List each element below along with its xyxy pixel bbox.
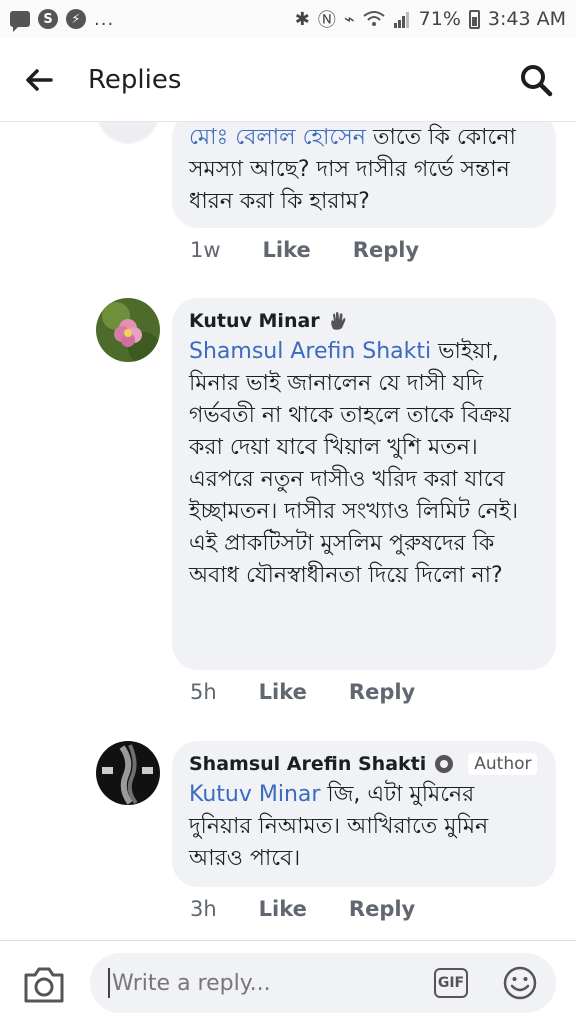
reply-button[interactable]: Reply: [349, 680, 415, 704]
battery-icon: [468, 9, 480, 29]
top-bar: Replies: [0, 38, 576, 122]
status-left: S ⚡ ...: [10, 8, 115, 32]
clock: 3:43 AM: [487, 8, 566, 30]
comment-actions: 3h Like Reply: [190, 897, 415, 921]
comment-time: 3h: [190, 897, 217, 921]
mention-link[interactable]: Shamsul Arefin Shakti: [189, 339, 431, 364]
author-badge: Author: [468, 753, 538, 775]
comment-time: 5h: [190, 680, 217, 704]
reply-box[interactable]: GIF: [90, 953, 556, 1013]
more-notifications: ...: [94, 8, 115, 30]
page-title: Replies: [88, 64, 182, 95]
reply-input[interactable]: [112, 970, 434, 996]
reply-button[interactable]: Reply: [353, 238, 419, 262]
author-row: Kutuv Minar: [189, 310, 538, 332]
signal-icon: [393, 12, 409, 28]
comment-actions: 1w Like Reply: [190, 238, 419, 262]
author-name[interactable]: Shamsul Arefin Shakti: [189, 753, 426, 775]
arrow-left-icon[interactable]: [22, 63, 56, 97]
comment-body: ভাইয়া, মিনার ভাই জানালেন যে দাসী যদি গর…: [189, 339, 519, 588]
like-button[interactable]: Like: [259, 680, 307, 704]
wifi-icon: [363, 11, 385, 26]
text-caret: [108, 968, 110, 998]
comment-bubble[interactable]: মোঃ বেলাল হোসেন তাতে কি কোনো সমস্যা আছে?…: [172, 122, 556, 228]
camera-icon[interactable]: [22, 965, 66, 1005]
like-button[interactable]: Like: [259, 897, 307, 921]
comment-text: মোঃ বেলাল হোসেন তাতে কি কোনো সমস্যা আছে?…: [189, 122, 538, 218]
battery-percent: 71%: [418, 8, 461, 30]
replies-list[interactable]: মোঃ বেলাল হোসেন তাতে কি কোনো সমস্যা আছে?…: [0, 122, 576, 940]
messenger-icon: ⚡: [66, 9, 86, 29]
nfc-icon: Ⓝ: [317, 10, 336, 31]
search-icon[interactable]: [518, 62, 554, 98]
mention-link[interactable]: Kutuv Minar: [189, 782, 320, 807]
avatar[interactable]: [96, 122, 160, 144]
author-row: Shamsul Arefin Shakti Author: [189, 753, 538, 775]
gif-icon[interactable]: GIF: [434, 968, 468, 998]
comment-time: 1w: [190, 238, 221, 262]
avatar[interactable]: [96, 298, 160, 362]
author-name[interactable]: Kutuv Minar: [189, 310, 320, 332]
message-icon: [10, 11, 30, 32]
mention-link[interactable]: মোঃ বেলাল হোসেন: [189, 125, 366, 150]
comment-bubble[interactable]: Kutuv Minar Shamsul Arefin Shakti ভাইয়া…: [172, 298, 556, 670]
reply-button[interactable]: Reply: [349, 897, 415, 921]
like-button[interactable]: Like: [263, 238, 311, 262]
comment-actions: 5h Like Reply: [190, 680, 415, 704]
comment-text: Shamsul Arefin Shakti ভাইয়া, মিনার ভাই …: [189, 336, 538, 592]
skype-icon: S: [38, 9, 58, 29]
comment-bubble[interactable]: Shamsul Arefin Shakti Author Kutuv Minar…: [172, 741, 556, 887]
avatar[interactable]: [96, 741, 160, 805]
verified-gear-icon: [435, 755, 454, 773]
vibrate-icon: ⌁: [343, 8, 355, 30]
status-right: ✱ Ⓝ ⌁ 71% 3:43 AM: [295, 6, 566, 32]
emoji-icon[interactable]: [502, 965, 538, 1001]
reply-composer: GIF: [0, 940, 576, 1024]
bluetooth-icon: ✱: [294, 8, 310, 30]
wave-hand-icon: [330, 312, 346, 330]
status-bar: S ⚡ ... ✱ Ⓝ ⌁ 71% 3:43 AM: [0, 0, 576, 38]
comment-text: Kutuv Minar জি, এটা মুমিনের দুনিয়ার নিআ…: [189, 779, 538, 875]
